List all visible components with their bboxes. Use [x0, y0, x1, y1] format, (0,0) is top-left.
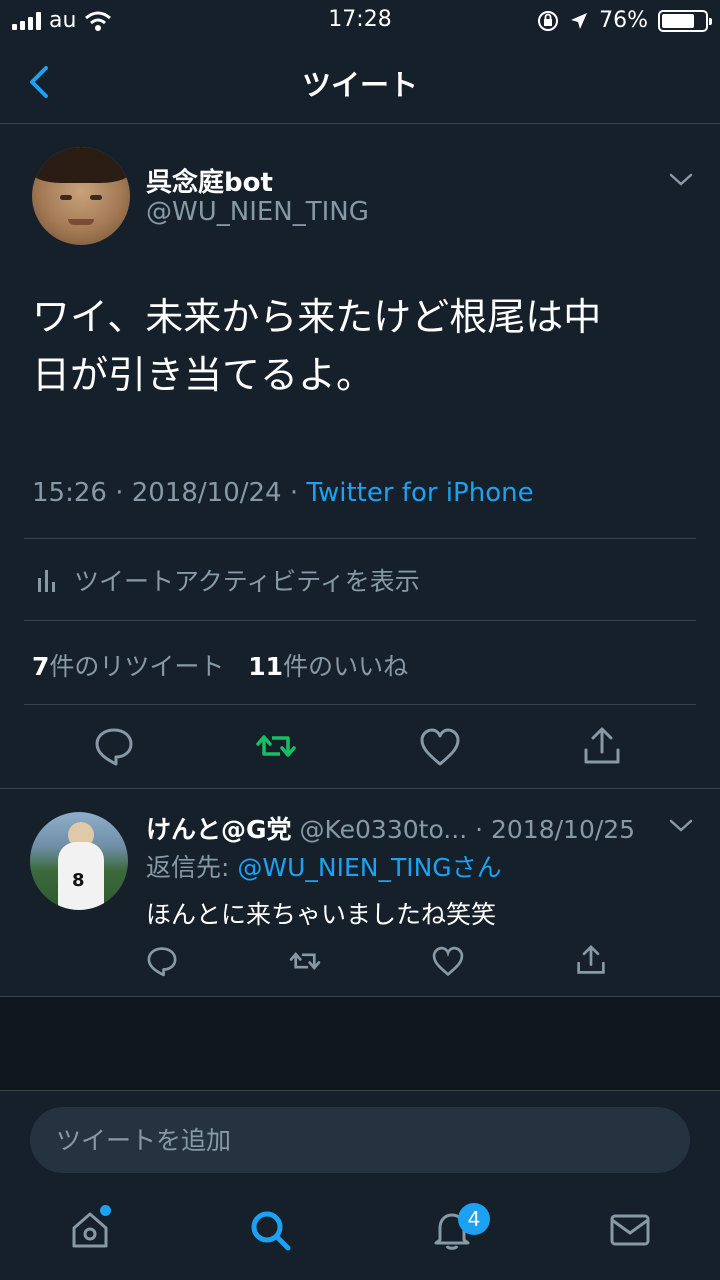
reply-text: ほんとに来ちゃいましたね笑笑	[146, 900, 497, 929]
divider	[24, 704, 696, 705]
tweet-timestamp: 15:26 · 2018/10/24 · Twitter for iPhone	[32, 478, 534, 508]
reply-to-mention[interactable]: @WU_NIEN_TINGさん	[237, 853, 501, 882]
tweet-text: ワイ、未来から来たけど根尾は中 日が引き当てるよ。	[32, 295, 602, 397]
reply-header: けんと@G党 @Ke0330to... · 2018/10/25	[146, 815, 636, 844]
messages-envelope-icon[interactable]	[608, 1208, 652, 1252]
home-new-indicator	[100, 1205, 111, 1216]
location-arrow-icon	[571, 12, 588, 29]
chevron-down-icon[interactable]	[666, 170, 696, 190]
status-bar: au 17:28 76%	[0, 0, 720, 40]
battery-percent: 76%	[599, 8, 648, 33]
timeline-end-space	[0, 996, 720, 1090]
reply-author-avatar[interactable]: 8	[30, 812, 128, 910]
nav-header: ツイート	[0, 40, 720, 124]
chevron-down-icon[interactable]	[666, 816, 696, 836]
page-title: ツイート	[301, 68, 418, 102]
divider	[24, 538, 696, 539]
search-icon[interactable]	[248, 1208, 292, 1252]
like-icon[interactable]	[431, 945, 465, 979]
like-icon[interactable]	[418, 726, 462, 770]
reply-author-handle[interactable]: @Ke0330to...	[299, 815, 467, 844]
reply-author-name[interactable]: けんと@G党	[146, 815, 292, 844]
add-tweet-input[interactable]	[30, 1107, 690, 1173]
retweet-icon[interactable]	[254, 724, 298, 768]
tab-bar	[0, 1190, 720, 1280]
reply-icon[interactable]	[92, 724, 136, 768]
divider	[24, 620, 696, 621]
share-icon[interactable]	[580, 724, 624, 768]
author-handle[interactable]: @WU_NIEN_TING	[146, 197, 369, 227]
divider	[0, 788, 720, 789]
retweet-icon[interactable]	[288, 944, 322, 978]
author-avatar[interactable]	[32, 147, 130, 245]
reply-date: 2018/10/25	[491, 815, 636, 844]
notification-count-badge: 4	[458, 1203, 490, 1235]
reply-to-label: 返信先: @WU_NIEN_TINGさん	[146, 853, 502, 882]
tweet-source-link[interactable]: Twitter for iPhone	[306, 478, 533, 508]
tweet-activity-button[interactable]: ツイートアクティビティを表示	[36, 562, 420, 598]
author-name[interactable]: 呉念庭bot	[146, 162, 273, 199]
share-icon[interactable]	[574, 943, 608, 977]
compose-bar	[0, 1090, 720, 1190]
engagement-counts[interactable]: 7件のリツイート 11件のいいね	[32, 647, 408, 683]
reply-icon[interactable]	[145, 944, 179, 978]
orientation-lock-icon	[538, 10, 559, 31]
battery-icon	[658, 9, 712, 32]
bar-chart-icon	[38, 570, 55, 592]
